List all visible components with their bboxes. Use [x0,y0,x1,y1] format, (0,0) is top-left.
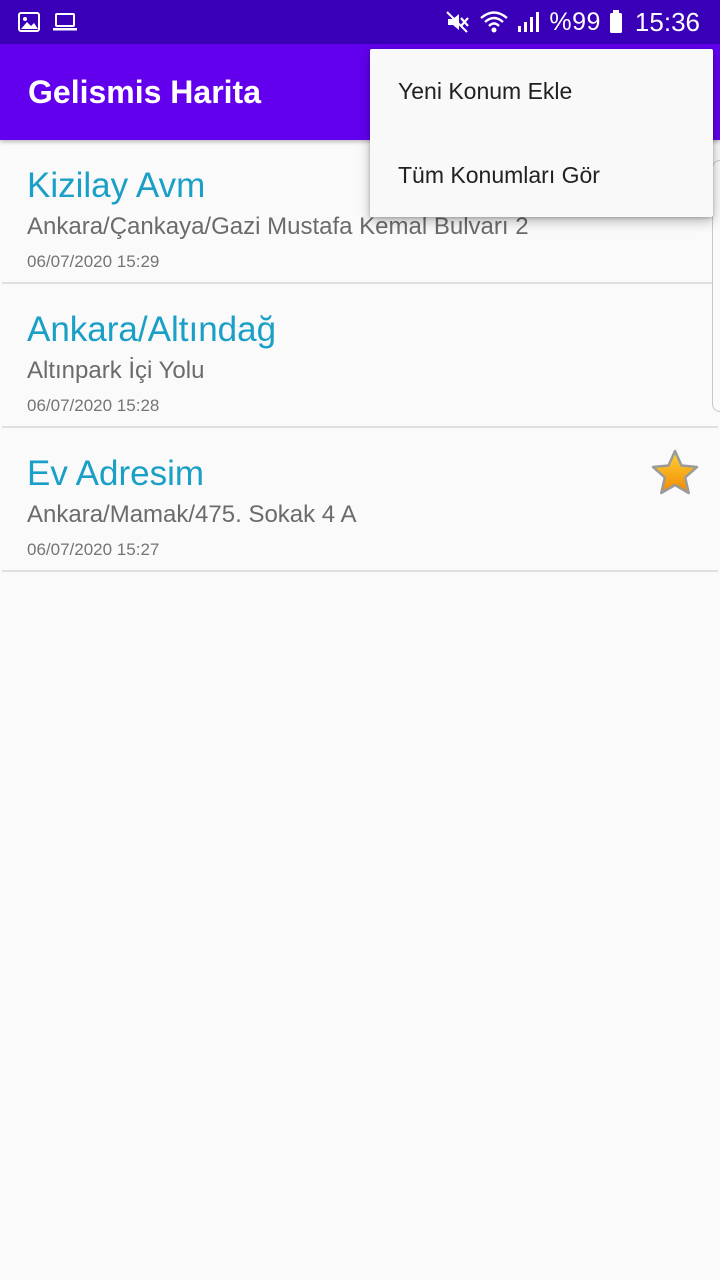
location-title: Ev Adresim [27,454,204,493]
edge-panel-handle[interactable] [712,160,720,412]
location-address: Altınpark İçi Yolu [27,357,205,384]
status-bar: %99 15:36 [0,0,720,44]
favorite-star-icon[interactable] [650,448,700,498]
location-title: Ankara/Altındağ [27,310,277,349]
location-date: 06/07/2020 15:29 [27,252,160,271]
app-title: Gelismis Harita [28,73,261,110]
status-bar-left [18,12,78,32]
menu-item-add-location[interactable]: Yeni Konum Ekle [370,49,713,133]
list-item[interactable]: Ev Adresim Ankara/Mamak/475. Sokak 4 A 0… [2,428,718,572]
gallery-icon [18,12,40,32]
location-date: 06/07/2020 15:28 [27,396,160,415]
laptop-icon [52,12,78,32]
mute-icon [445,10,471,34]
status-bar-right: %99 15:36 [445,7,700,38]
status-time: 15:36 [634,6,700,37]
menu-item-view-all-locations[interactable]: Tüm Konumları Gör [370,133,713,217]
location-date: 06/07/2020 15:27 [27,540,160,559]
location-address: Ankara/Mamak/475. Sokak 4 A [27,501,357,528]
battery-percent: %99 [549,7,601,36]
wifi-icon [479,10,509,34]
list-item[interactable]: Ankara/Altındağ Altınpark İçi Yolu 06/07… [2,284,718,428]
battery-icon [609,10,623,34]
overflow-menu: Yeni Konum Ekle Tüm Konumları Gör [370,49,713,217]
signal-icon [517,11,541,33]
